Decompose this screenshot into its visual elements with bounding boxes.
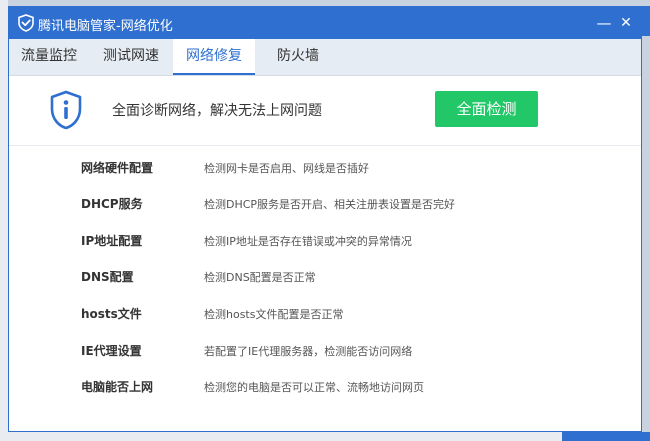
desktop-background-left bbox=[0, 0, 8, 441]
tab-network-repair[interactable]: 网络修复 bbox=[173, 39, 255, 75]
check-item-name: hosts文件 bbox=[81, 307, 142, 321]
diagnose-description: 全面诊断网络，解决无法上网问题 bbox=[112, 103, 322, 119]
check-item-dhcp: DHCP服务 检测DHCP服务是否开启、相关注册表设置是否完好 bbox=[9, 195, 641, 215]
full-scan-button[interactable]: 全面检测 bbox=[435, 91, 538, 127]
check-item-desc: 检测您的电脑是否可以正常、流畅地访问网页 bbox=[204, 381, 424, 394]
check-item-desc: 检测DNS配置是否正常 bbox=[204, 271, 316, 284]
close-button[interactable]: ✕ bbox=[615, 11, 637, 35]
check-item-desc: 检测hosts文件配置是否正常 bbox=[204, 308, 344, 321]
check-item-hosts: hosts文件 检测hosts文件配置是否正常 bbox=[9, 305, 641, 325]
check-item-dns: DNS配置 检测DNS配置是否正常 bbox=[9, 268, 641, 288]
tab-bar: 流量监控 测试网速 网络修复 防火墙 bbox=[9, 39, 641, 76]
background-window-edge bbox=[641, 6, 650, 36]
background-taskbar-edge bbox=[562, 432, 650, 441]
check-item-ie-proxy: IE代理设置 若配置了IE代理服务器，检测能否访问网络 bbox=[9, 342, 641, 362]
info-shield-icon bbox=[50, 90, 82, 130]
check-item-hardware: 网络硬件配置 检测网卡是否启用、网线是否插好 bbox=[9, 159, 641, 179]
tab-firewall[interactable]: 防火墙 bbox=[259, 39, 337, 75]
desktop-background-bottom bbox=[0, 432, 650, 441]
check-item-desc: 检测网卡是否启用、网线是否插好 bbox=[204, 162, 369, 175]
minimize-button[interactable]: — bbox=[593, 11, 615, 35]
window-title: 腾讯电脑管家-网络优化 bbox=[38, 19, 173, 34]
check-item-ip: IP地址配置 检测IP地址是否存在错误或冲突的异常情况 bbox=[9, 232, 641, 252]
check-item-desc: 检测IP地址是否存在错误或冲突的异常情况 bbox=[204, 235, 412, 248]
check-item-name: IP地址配置 bbox=[81, 234, 143, 248]
check-item-internet: 电脑能否上网 检测您的电脑是否可以正常、流畅地访问网页 bbox=[9, 378, 641, 398]
check-item-name: 网络硬件配置 bbox=[81, 161, 154, 175]
check-item-name: DHCP服务 bbox=[81, 197, 143, 211]
network-optimization-window: 腾讯电脑管家-网络优化 — ✕ 流量监控 测试网速 网络修复 防火墙 全面诊断网… bbox=[8, 6, 642, 432]
tencent-shield-logo-icon bbox=[18, 14, 34, 32]
check-item-desc: 若配置了IE代理服务器，检测能否访问网络 bbox=[204, 345, 413, 358]
tab-traffic-monitor[interactable]: 流量监控 bbox=[9, 39, 89, 75]
check-item-desc: 检测DHCP服务是否开启、相关注册表设置是否完好 bbox=[204, 198, 456, 211]
title-bar[interactable]: 腾讯电脑管家-网络优化 — ✕ bbox=[9, 7, 641, 39]
check-item-name: IE代理设置 bbox=[81, 344, 142, 358]
check-item-name: 电脑能否上网 bbox=[81, 380, 154, 394]
check-item-name: DNS配置 bbox=[81, 270, 134, 284]
tab-speed-test[interactable]: 测试网速 bbox=[91, 39, 171, 75]
divider bbox=[9, 145, 641, 146]
